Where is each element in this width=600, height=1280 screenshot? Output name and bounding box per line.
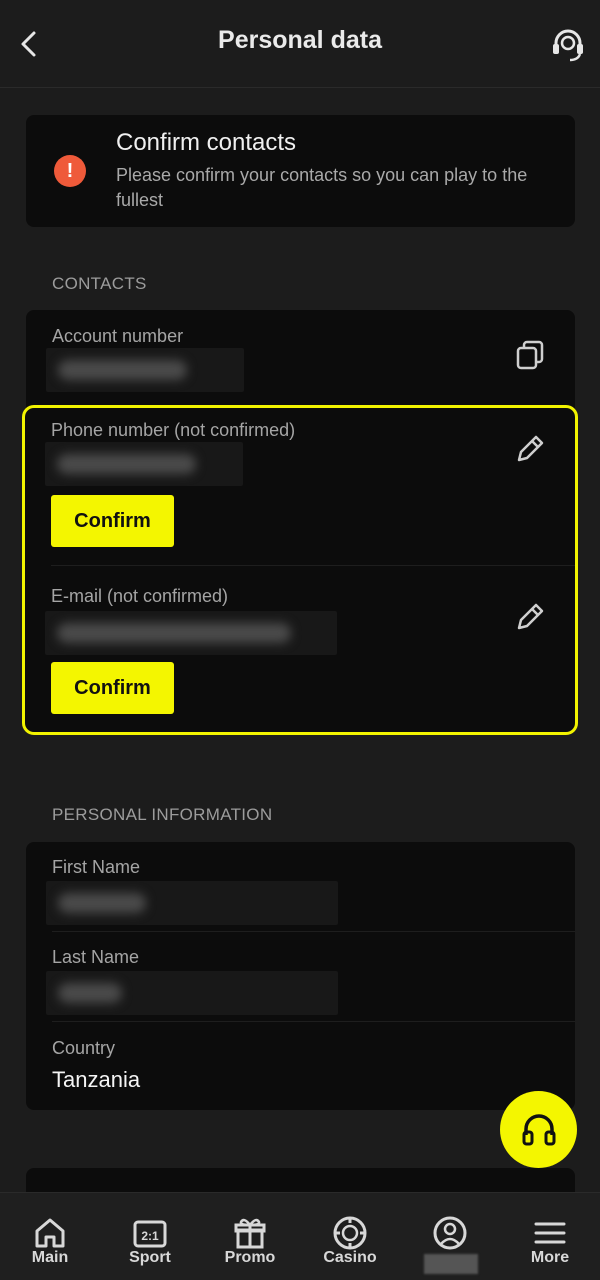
casino-chip-icon [333,1216,367,1250]
copy-icon [516,340,544,370]
app-header: Personal data [0,0,600,88]
profile-icon [433,1216,467,1250]
page-title: Personal data [218,26,382,54]
confirm-phone-button[interactable]: Confirm [51,495,174,547]
divider [52,1021,575,1022]
personal-info-card: First Name Last Name Country Tanzania [26,842,575,1110]
account-number-label: Account number [52,326,184,346]
first-name-value [46,881,338,925]
nav-label-profile-redacted [424,1254,478,1274]
gift-icon [234,1218,266,1249]
edit-email-button[interactable] [513,600,547,634]
support-button[interactable] [548,24,588,64]
last-name-label: Last Name [52,947,140,967]
nav-item-casino[interactable]: Casino [300,1193,400,1280]
nav-item-profile[interactable] [400,1193,500,1280]
personal-section-label: PERSONAL INFORMATION [52,805,273,824]
svg-text:2:1: 2:1 [141,1229,159,1243]
alert-text: Please confirm your contacts so you can … [116,165,528,210]
divider [51,565,575,566]
nav-label-promo: Promo [224,1249,276,1266]
last-name-value [46,971,338,1015]
unconfirmed-contacts-group: Phone number (not confirmed) Confirm E-m… [22,405,578,735]
warning-icon: ! [54,155,86,187]
support-chat-button[interactable] [500,1091,577,1168]
copy-button[interactable] [514,338,548,372]
nav-label-sport: Sport [129,1249,171,1266]
pencil-icon [517,603,544,630]
nav-label-more: More [530,1249,570,1266]
nav-item-sport[interactable]: 2:1 Sport [100,1193,200,1280]
contacts-section-label: CONTACTS [52,274,147,293]
account-number-value [46,348,244,392]
phone-number-label: Phone number (not confirmed) [51,420,296,440]
email-label: E-mail (not confirmed) [51,586,229,606]
nav-label-main: Main [31,1249,69,1266]
phone-number-value [45,442,243,486]
country-value: Tanzania [52,1067,141,1092]
email-value [45,611,337,655]
headset-icon [553,29,583,62]
scoreboard-icon: 2:1 [133,1220,167,1248]
confirm-email-button[interactable]: Confirm [51,662,174,714]
home-icon [35,1218,65,1248]
headphones-icon [522,1113,555,1145]
nav-item-more[interactable]: More [500,1193,600,1280]
bottom-navigation: Main 2:1 Sport Promo Casino More [0,1192,600,1280]
pencil-icon [517,435,544,462]
nav-label-casino: Casino [323,1249,377,1266]
country-label: Country [52,1038,116,1058]
divider [52,931,575,932]
edit-phone-button[interactable] [513,432,547,466]
account-number-card: Account number [26,310,575,420]
alert-title: Confirm contacts [116,129,297,156]
menu-icon [534,1222,566,1244]
first-name-label: First Name [52,857,141,877]
confirm-contacts-alert: ! Confirm contacts Please confirm your c… [26,115,575,227]
nav-item-main[interactable]: Main [0,1193,100,1280]
nav-item-promo[interactable]: Promo [200,1193,300,1280]
